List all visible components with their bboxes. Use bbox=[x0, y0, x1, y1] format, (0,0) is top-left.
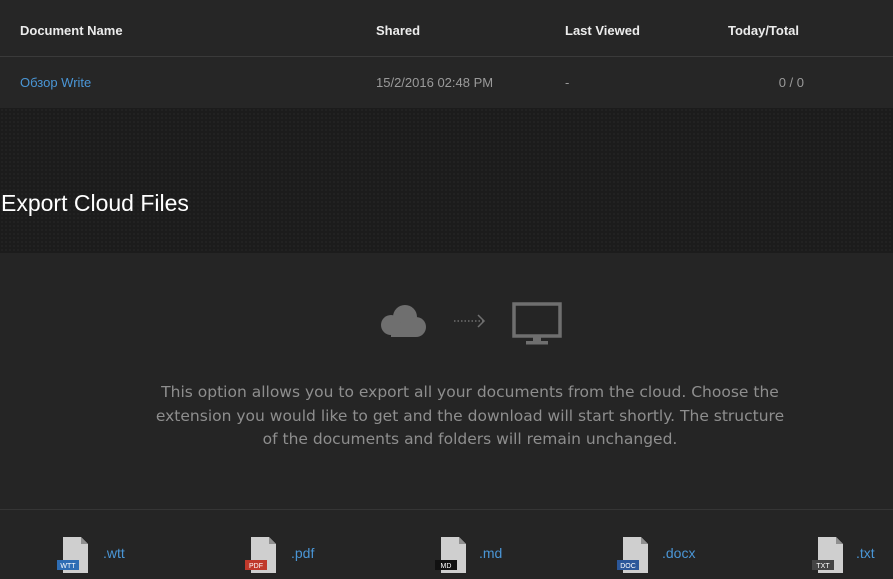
md-file-icon: MD bbox=[435, 537, 466, 573]
wtt-format-label[interactable]: .wtt bbox=[103, 545, 125, 561]
shared-documents-table: Document Name Shared Last Viewed Today/T… bbox=[0, 0, 893, 108]
column-header-shared[interactable]: Shared bbox=[376, 23, 420, 38]
pdf-file-icon: PDF bbox=[245, 537, 276, 573]
monitor-icon bbox=[512, 302, 562, 345]
table-row: Обзор Write 15/2/2016 02:48 PM - 0 / 0 bbox=[0, 57, 893, 108]
export-panel: This option allows you to export all you… bbox=[0, 253, 893, 579]
last-viewed-value: - bbox=[565, 75, 570, 90]
wtt-badge-text: WTT bbox=[60, 563, 76, 570]
export-illustration bbox=[0, 301, 893, 351]
docx-file-icon: DOC bbox=[617, 537, 648, 573]
cloud-icon bbox=[381, 305, 426, 337]
shared-date: 15/2/2016 02:48 PM bbox=[376, 75, 494, 90]
docx-format-label[interactable]: .docx bbox=[662, 545, 695, 561]
txt-format-label[interactable]: .txt bbox=[856, 545, 875, 561]
txt-file-icon: TXT bbox=[812, 537, 843, 573]
export-description: This option allows you to export all you… bbox=[155, 383, 785, 448]
pdf-badge-text: PDF bbox=[249, 563, 263, 570]
dotted-arrow-icon bbox=[454, 314, 486, 328]
export-section-title: Export Cloud Files bbox=[1, 190, 189, 216]
txt-badge-text: TXT bbox=[816, 563, 830, 570]
pdf-format-label[interactable]: .pdf bbox=[291, 545, 314, 561]
divider bbox=[0, 509, 893, 510]
today-total-value: 0 / 0 bbox=[778, 75, 804, 90]
docx-badge-text: DOC bbox=[620, 563, 636, 570]
column-header-document-name[interactable]: Document Name bbox=[20, 23, 123, 38]
column-header-last-viewed[interactable]: Last Viewed bbox=[565, 23, 640, 38]
column-header-today-total[interactable]: Today/Total bbox=[728, 23, 799, 38]
table-header: Document Name Shared Last Viewed Today/T… bbox=[0, 0, 893, 57]
wtt-file-icon: WTT bbox=[57, 537, 88, 573]
md-badge-text: MD bbox=[441, 563, 452, 570]
md-format-label[interactable]: .md bbox=[479, 545, 502, 561]
document-name-link[interactable]: Обзор Write bbox=[20, 75, 91, 90]
